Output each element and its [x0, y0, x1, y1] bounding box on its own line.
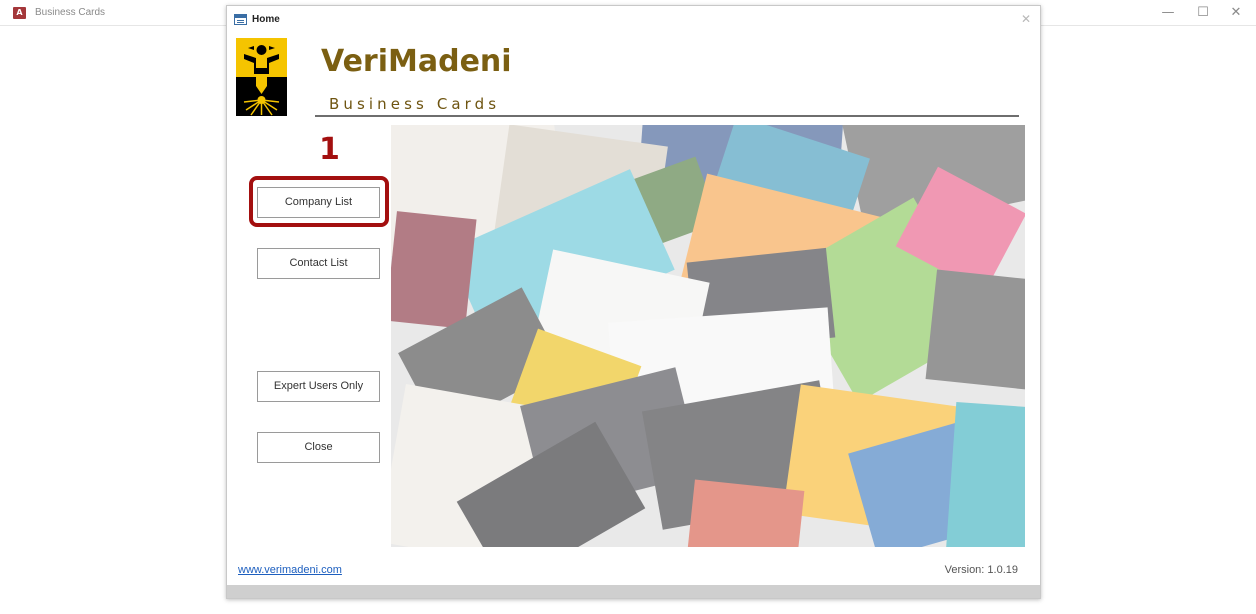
annotation-step-number: 1 — [319, 132, 340, 167]
form-footer-bar — [227, 585, 1040, 598]
brand-title: VeriMadeni — [321, 44, 512, 79]
header-divider — [315, 115, 1019, 117]
app-title: Business Cards — [35, 7, 106, 18]
website-link[interactable]: www.verimadeni.com — [238, 564, 342, 576]
access-app-icon: A — [13, 7, 26, 19]
brand-subtitle: Business Cards — [329, 95, 501, 113]
verimadeni-logo — [236, 38, 287, 116]
home-form: Home ✕ VeriMadeni Business Cards Company… — [226, 5, 1041, 599]
contact-list-button[interactable]: Contact List — [257, 248, 380, 279]
version-label: Version: 1.0.19 — [944, 564, 1018, 576]
expert-users-only-button[interactable]: Expert Users Only — [257, 371, 380, 402]
form-close-button[interactable]: ✕ — [1021, 12, 1031, 26]
form-titlebar: Home ✕ — [227, 6, 1040, 30]
maximize-button[interactable]: ☐ — [1193, 4, 1213, 22]
form-icon — [234, 14, 247, 25]
minimize-button[interactable]: — — [1158, 4, 1178, 22]
business-cards-collage-image — [391, 125, 1025, 547]
form-title: Home — [252, 14, 280, 25]
app-close-button[interactable]: ✕ — [1226, 4, 1246, 22]
company-list-button[interactable]: Company List — [257, 187, 380, 218]
close-button[interactable]: Close — [257, 432, 380, 463]
